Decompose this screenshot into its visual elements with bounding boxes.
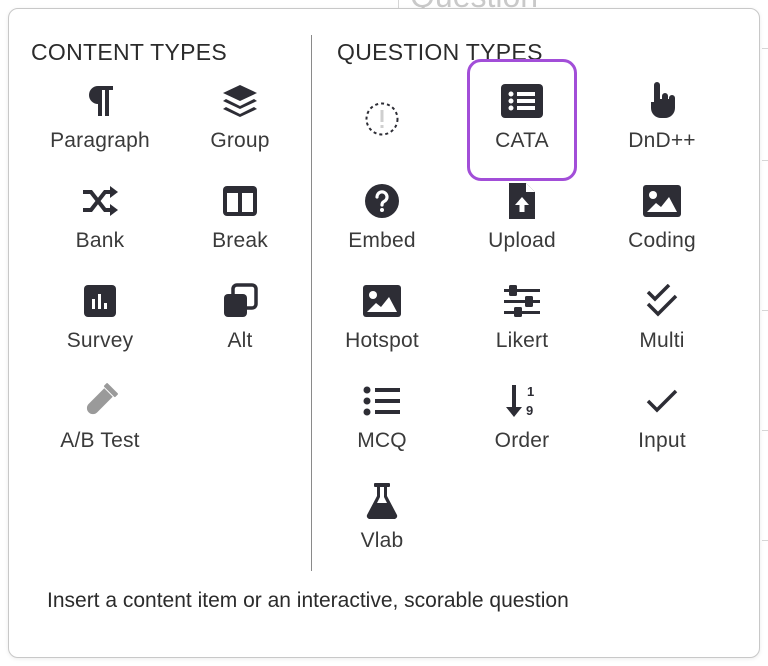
question-type-embed[interactable]: Embed [317, 179, 447, 269]
tile-label: Embed [348, 229, 416, 252]
content-type-break[interactable]: Break [175, 179, 305, 269]
content-types-title: CONTENT TYPES [31, 39, 228, 65]
double-check-icon [640, 279, 684, 323]
sort-numeric-icon: 1 9 [500, 379, 544, 423]
content-type-alt[interactable]: Alt [175, 279, 305, 369]
dashed-exclamation-icon [360, 97, 404, 141]
content-type-bank[interactable]: Bank [35, 179, 165, 269]
background-rule [762, 310, 768, 311]
tile-label: MCQ [357, 429, 407, 452]
layers-icon [218, 79, 262, 123]
tile-label: Upload [488, 229, 556, 252]
tile-label: DnD++ [628, 129, 696, 152]
background-rule [762, 540, 768, 541]
poll-icon [78, 279, 122, 323]
check-icon [640, 379, 684, 423]
file-upload-icon [500, 179, 544, 223]
content-type-ab-test[interactable]: A/B Test [35, 379, 165, 469]
tile-label: A/B Test [60, 429, 140, 452]
background-rule [762, 430, 768, 431]
tile-label: Vlab [360, 529, 404, 552]
question-type-order[interactable]: 1 9 Order [457, 379, 587, 469]
tile-label: Order [494, 429, 550, 452]
background-rule [762, 48, 768, 49]
sliders-icon [500, 279, 544, 323]
tile-label: Break [212, 229, 268, 252]
question-type-input[interactable]: Input [597, 379, 727, 469]
question-type-unknown[interactable] [317, 79, 447, 169]
question-type-vlab[interactable]: Vlab [317, 479, 447, 569]
tile-label: Survey [66, 329, 134, 352]
tile-label: Input [638, 429, 686, 452]
image-icon [640, 179, 684, 223]
question-type-likert[interactable]: Likert [457, 279, 587, 369]
question-type-coding[interactable]: Coding [597, 179, 727, 269]
question-circle-icon [360, 179, 404, 223]
question-type-dnd[interactable]: DnD++ [597, 79, 727, 169]
tile-label: Paragraph [50, 129, 150, 152]
svg-text:9: 9 [526, 403, 533, 418]
content-type-survey[interactable]: Survey [35, 279, 165, 369]
tile-label: Hotspot [345, 329, 419, 352]
insert-item-popover: CONTENT TYPES QUESTION TYPES Paragraph G… [8, 8, 760, 658]
tile-label: Multi [639, 329, 685, 352]
question-type-upload[interactable]: Upload [457, 179, 587, 269]
question-type-hotspot[interactable]: Hotspot [317, 279, 447, 369]
section-divider [311, 35, 312, 571]
clone-icon [218, 279, 262, 323]
content-type-paragraph[interactable]: Paragraph [35, 79, 165, 169]
flask-icon [360, 479, 404, 523]
question-type-multi[interactable]: Multi [597, 279, 727, 369]
shuffle-icon [78, 179, 122, 223]
vial-icon [78, 379, 122, 423]
svg-text:1: 1 [527, 384, 534, 399]
tile-label: Bank [75, 229, 125, 252]
background-divider [398, 0, 399, 8]
tile-label: Alt [227, 329, 253, 352]
content-type-group[interactable]: Group [175, 79, 305, 169]
paragraph-icon [78, 79, 122, 123]
tile-label: Group [210, 129, 270, 152]
tile-label: Coding [628, 229, 696, 252]
hand-pointer-icon [640, 79, 684, 123]
columns-icon [218, 179, 262, 223]
question-type-mcq[interactable]: MCQ [317, 379, 447, 469]
popover-help-text: Insert a content item or an interactive,… [47, 589, 569, 612]
list-icon [360, 379, 404, 423]
background-rule [762, 160, 768, 161]
image-icon [360, 279, 404, 323]
tile-label: Likert [495, 329, 549, 352]
selection-highlight [467, 59, 577, 181]
